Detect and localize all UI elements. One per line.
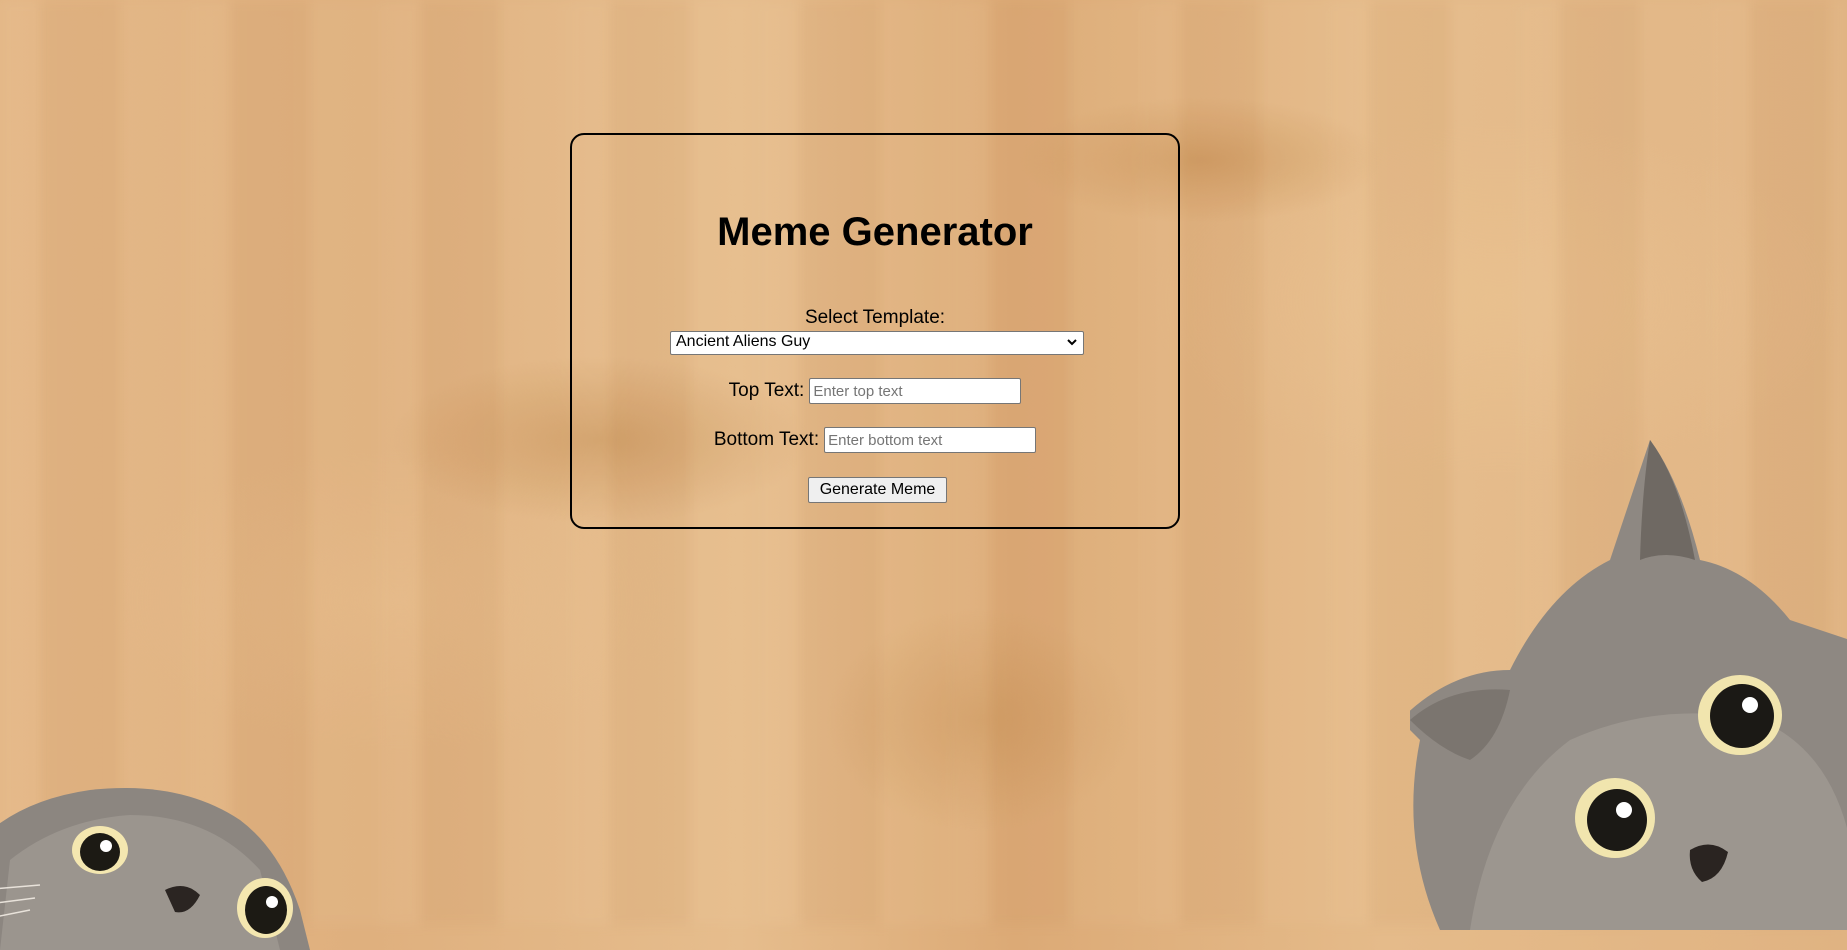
template-label: Select Template: xyxy=(804,307,946,328)
page-title: Meme Generator xyxy=(717,210,1033,254)
meme-generator-card: Meme Generator Select Template: Ancient … xyxy=(570,133,1180,529)
top-text-input[interactable] xyxy=(809,378,1022,404)
template-select[interactable]: Ancient Aliens Guy xyxy=(670,331,1084,355)
bottom-text-input[interactable] xyxy=(824,427,1037,453)
chevron-down-icon xyxy=(1067,339,1077,346)
cat-peeking-right-image xyxy=(1410,440,1847,930)
bottom-text-row: Bottom Text: xyxy=(572,427,1178,453)
top-text-label: Top Text: xyxy=(728,380,805,401)
top-text-row: Top Text: xyxy=(572,378,1178,404)
generate-meme-button[interactable]: Generate Meme xyxy=(808,477,947,503)
bottom-text-label: Bottom Text: xyxy=(713,429,820,450)
template-selected-value: Ancient Aliens Guy xyxy=(676,333,811,350)
